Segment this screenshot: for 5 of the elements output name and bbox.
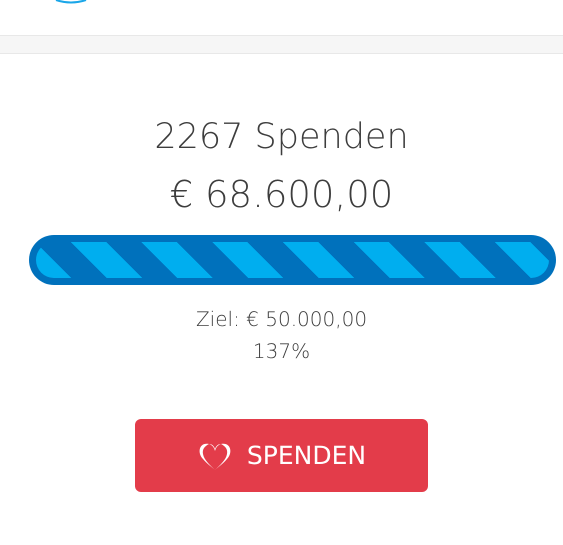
donate-button[interactable]: SPENDEN (135, 419, 428, 492)
goal-text: Ziel: € 50.000,00 (196, 307, 368, 331)
percent-text: 137% (252, 339, 310, 363)
donation-count: 2267 Spenden (154, 116, 409, 159)
amount-raised: € 68.600,00 (170, 172, 394, 218)
